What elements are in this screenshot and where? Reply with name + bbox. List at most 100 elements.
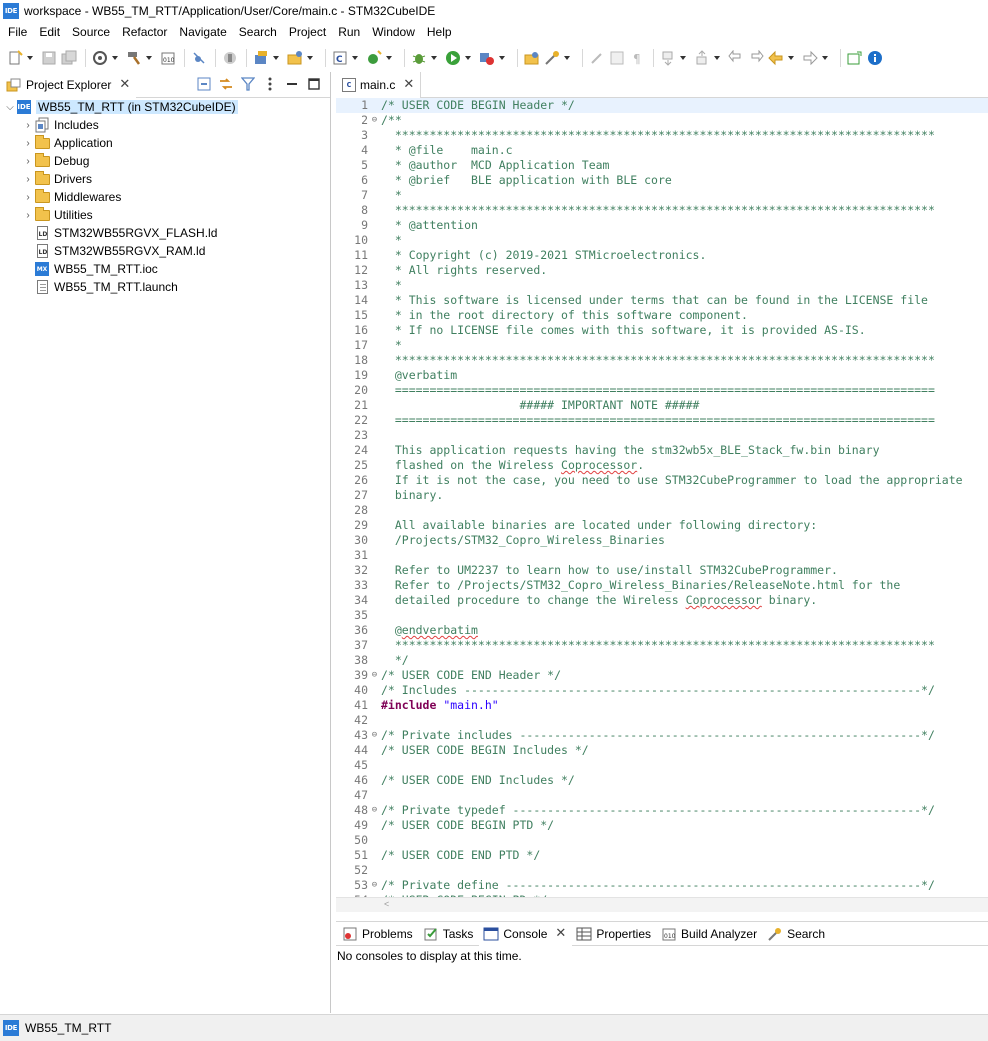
link-with-editor-icon[interactable]	[218, 76, 234, 92]
code-line[interactable]: 52	[336, 863, 988, 878]
collapse-all-icon[interactable]	[196, 76, 212, 92]
code-line[interactable]: 38 */	[336, 653, 988, 668]
tree-item[interactable]: › Debug	[0, 152, 330, 170]
code-line[interactable]: 45	[336, 758, 988, 773]
menu-refactor[interactable]: Refactor	[116, 22, 173, 43]
debug-bug-icon[interactable]	[410, 49, 428, 67]
code-line[interactable]: 42	[336, 713, 988, 728]
tab-search[interactable]: Search	[763, 922, 831, 946]
maximize-icon[interactable]	[306, 76, 322, 92]
view-menu-icon[interactable]	[262, 76, 278, 92]
tree-item[interactable]: LD STM32WB55RGVX_RAM.ld	[0, 242, 330, 260]
code-line[interactable]: 13 *	[336, 278, 988, 293]
code-line[interactable]: 24 This application requests having the …	[336, 443, 988, 458]
code-line[interactable]: 15 * in the root directory of this softw…	[336, 308, 988, 323]
code-line[interactable]: 17 *	[336, 338, 988, 353]
code-line[interactable]: 12 * All rights reserved.	[336, 263, 988, 278]
code-line[interactable]: 26 If it is not the case, you need to us…	[336, 473, 988, 488]
code-line[interactable]: 36 @endverbatim	[336, 623, 988, 638]
code-line[interactable]: 4 * @file main.c	[336, 143, 988, 158]
code-line[interactable]: 1 /* USER CODE BEGIN Header */	[336, 98, 988, 113]
code-line[interactable]: 44 /* USER CODE BEGIN Includes */	[336, 743, 988, 758]
code-line[interactable]: 9 * @attention	[336, 218, 988, 233]
code-line[interactable]: 25 flashed on the Wireless Coprocessor.	[336, 458, 988, 473]
menu-run[interactable]: Run	[332, 22, 366, 43]
tab-console[interactable]: Console ✕	[479, 921, 573, 946]
new-class-icon[interactable]: C	[331, 49, 349, 67]
code-line[interactable]: 23	[336, 428, 988, 443]
tree-item[interactable]: › Utilities	[0, 206, 330, 224]
code-line[interactable]: 2 ⊖/**	[336, 113, 988, 128]
horizontal-scrollbar[interactable]: <	[336, 897, 988, 912]
previous-annotation-dropdown-arrow[interactable]	[713, 49, 721, 67]
code-line[interactable]: 3 **************************************…	[336, 128, 988, 143]
save-icon[interactable]	[40, 49, 58, 67]
tree-item[interactable]: LD STM32WB55RGVX_FLASH.ld	[0, 224, 330, 242]
tab-main-c[interactable]: c main.c ✕	[336, 71, 422, 98]
back-arrow-icon[interactable]	[767, 49, 785, 67]
code-line[interactable]: 35	[336, 608, 988, 623]
code-line[interactable]: 18 *************************************…	[336, 353, 988, 368]
code-line[interactable]: 33 Refer to /Projects/STM32_Copro_Wirele…	[336, 578, 988, 593]
debug-dropdown-arrow[interactable]	[430, 49, 438, 67]
menu-project[interactable]: Project	[283, 22, 332, 43]
chevron-right-icon[interactable]: ›	[22, 206, 34, 224]
code-line[interactable]: 39 ⊖/* USER CODE END Header */	[336, 668, 988, 683]
manage-configurations-icon[interactable]	[91, 49, 109, 67]
code-line[interactable]: 43 ⊖/* Private includes -----------------…	[336, 728, 988, 743]
code-line[interactable]: 6 * @brief BLE application with BLE core	[336, 173, 988, 188]
new-project-icon[interactable]	[252, 49, 270, 67]
tree-root-project[interactable]: ⌵ IDE WB55_TM_RTT (in STM32CubeIDE)	[0, 98, 330, 116]
code-line[interactable]: 41 #include "main.h"	[336, 698, 988, 713]
menu-source[interactable]: Source	[66, 22, 116, 43]
forward-edit-icon[interactable]	[747, 49, 765, 67]
menu-navigate[interactable]: Navigate	[173, 22, 232, 43]
menu-window[interactable]: Window	[366, 22, 421, 43]
run-icon[interactable]	[444, 49, 462, 67]
chevron-right-icon[interactable]: ›	[22, 170, 34, 188]
fold-minus-icon[interactable]: ⊖	[368, 113, 381, 128]
tree-item[interactable]: › Drivers	[0, 170, 330, 188]
configurations-dropdown-arrow[interactable]	[111, 49, 119, 67]
code-line[interactable]: 22 =====================================…	[336, 413, 988, 428]
code-line[interactable]: 27 binary.	[336, 488, 988, 503]
external-tools-icon[interactable]	[478, 49, 496, 67]
menu-edit[interactable]: Edit	[33, 22, 66, 43]
code-line[interactable]: 19 @verbatim	[336, 368, 988, 383]
menu-help[interactable]: Help	[421, 22, 458, 43]
new-project-dropdown-arrow[interactable]	[272, 49, 280, 67]
close-icon[interactable]: ✕	[119, 77, 130, 92]
tab-project-explorer[interactable]: Project Explorer ✕	[0, 71, 137, 98]
code-line[interactable]: 14 * This software is licensed under ter…	[336, 293, 988, 308]
chevron-down-icon[interactable]: ⌵	[4, 98, 16, 116]
fold-minus-icon[interactable]: ⊖	[368, 878, 381, 893]
fold-minus-icon[interactable]: ⊖	[368, 803, 381, 818]
code-line[interactable]: 20 =====================================…	[336, 383, 988, 398]
code-line[interactable]: 11 * Copyright (c) 2019-2021 STMicroelec…	[336, 248, 988, 263]
code-line[interactable]: 30 /Projects/STM32_Copro_Wireless_Binari…	[336, 533, 988, 548]
new-source-icon[interactable]	[365, 49, 383, 67]
run-dropdown-arrow[interactable]	[464, 49, 472, 67]
new-source-dropdown-arrow[interactable]	[385, 49, 393, 67]
close-icon[interactable]: ✕	[555, 926, 566, 941]
tree-item[interactable]: WB55_TM_RTT.launch	[0, 278, 330, 296]
menu-search[interactable]: Search	[233, 22, 283, 43]
code-line[interactable]: 7 *	[336, 188, 988, 203]
save-all-icon[interactable]	[60, 49, 78, 67]
tree-item[interactable]: › Application	[0, 134, 330, 152]
forward-dropdown-arrow[interactable]	[821, 49, 829, 67]
search-dropdown-arrow[interactable]	[563, 49, 571, 67]
tree-item[interactable]: › Includes	[0, 116, 330, 134]
code-editor[interactable]: 1/* USER CODE BEGIN Header */2 ⊖/** 3 ****…	[336, 98, 988, 897]
tree-item[interactable]: MX WB55_TM_RTT.ioc	[0, 260, 330, 278]
next-annotation-icon[interactable]	[659, 49, 677, 67]
code-line[interactable]: 29 All available binaries are located un…	[336, 518, 988, 533]
code-line[interactable]: 32 Refer to UM2237 to learn how to use/i…	[336, 563, 988, 578]
chevron-right-icon[interactable]: ›	[22, 134, 34, 152]
open-folder-icon[interactable]	[286, 49, 304, 67]
new-class-dropdown-arrow[interactable]	[351, 49, 359, 67]
build-dropdown-arrow[interactable]	[145, 49, 153, 67]
scroll-left-icon[interactable]: <	[384, 899, 389, 909]
code-line[interactable]: 51 /* USER CODE END PTD */	[336, 848, 988, 863]
fold-minus-icon[interactable]: ⊖	[368, 728, 381, 743]
